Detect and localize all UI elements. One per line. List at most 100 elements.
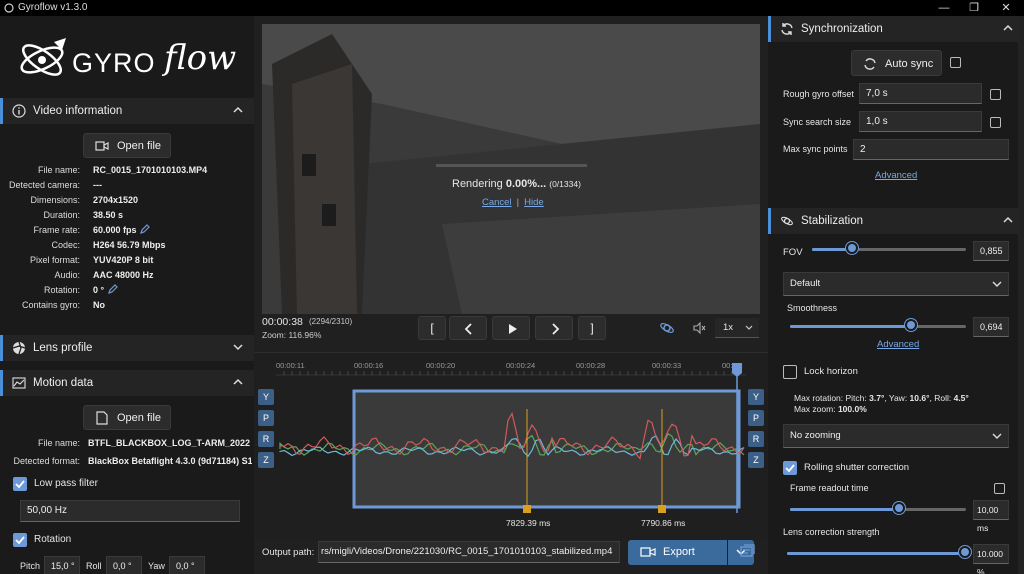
maximize-button[interactable]: ❐ — [958, 0, 990, 16]
axis-buttons-left: YPRZ — [258, 389, 276, 475]
playback-speed-select[interactable]: 1x — [715, 318, 759, 338]
set-out-point-button[interactable]: ] — [578, 316, 606, 340]
axis-toggle-y-button[interactable]: Y — [748, 389, 764, 405]
auto-sync-button[interactable]: Auto sync — [851, 50, 942, 76]
smoothness-slider[interactable] — [790, 319, 966, 333]
axis-toggle-p-button[interactable]: P — [258, 410, 274, 426]
play-button[interactable] — [492, 316, 530, 340]
rough-gyro-offset-input[interactable]: 7,0 s — [859, 83, 982, 104]
lens-profile-header[interactable]: Lens profile — [0, 335, 254, 361]
video-info-value: 0 ° — [93, 285, 105, 295]
frame-readout-slider-knob[interactable] — [893, 502, 905, 514]
lowpass-input[interactable]: 50,00 Hz — [20, 500, 240, 522]
smoothness-input[interactable]: 0,694 — [973, 317, 1009, 337]
previous-frame-button[interactable] — [449, 316, 487, 340]
axis-toggle-r-button[interactable]: R — [748, 431, 764, 447]
chevron-up-icon[interactable] — [1002, 214, 1014, 226]
lens-correction-strength-slider[interactable] — [787, 546, 971, 560]
motion-data-header[interactable]: Motion data — [0, 370, 254, 396]
chevron-up-icon[interactable] — [232, 376, 244, 388]
axis-toggle-z-button[interactable]: Z — [258, 452, 274, 468]
fov-slider[interactable] — [812, 242, 966, 256]
render-actions: Cancel | Hide — [482, 196, 544, 208]
chevron-up-icon[interactable] — [232, 104, 244, 116]
stabilization-header[interactable]: Stabilization — [768, 208, 1024, 234]
aperture-icon — [12, 341, 26, 355]
lowpass-checkbox[interactable] — [13, 477, 27, 491]
check-icon — [785, 464, 795, 473]
sync-point-handle[interactable] — [523, 505, 531, 513]
lens-strength-slider-knob[interactable] — [959, 546, 971, 558]
stabilization-icon — [781, 216, 793, 226]
fov-input[interactable]: 0,855 — [973, 241, 1009, 261]
axis-toggle-z-button[interactable]: Z — [748, 452, 764, 468]
chevron-right-icon — [552, 323, 560, 335]
cancel-render-link[interactable]: Cancel — [482, 197, 512, 208]
sync-search-size-input[interactable]: 1,0 s — [859, 111, 982, 132]
sync-advanced-link[interactable]: Advanced — [875, 170, 917, 181]
logo-icon — [20, 38, 66, 76]
zooming-select[interactable]: No zooming — [783, 424, 1009, 448]
frame-readout-input[interactable]: 10,00 ms — [973, 500, 1009, 533]
play-icon — [509, 324, 517, 334]
rough-gyro-offset-checkbox[interactable] — [990, 89, 1001, 100]
zoom-level: Zoom: 116.96% — [262, 330, 322, 340]
video-open-file-button[interactable]: Open file — [83, 133, 171, 158]
timeline-graph — [276, 363, 746, 513]
sync-point-1-label: 7829.39 ms — [506, 518, 551, 528]
smoothness-slider-knob[interactable] — [905, 319, 917, 331]
timeline[interactable]: 00:00:11 00:00:16 00:00:20 00:00:24 00:00:28… — [254, 352, 768, 540]
rolling-shutter-checkbox[interactable] — [783, 461, 797, 475]
axis-toggle-r-button[interactable]: R — [258, 431, 274, 447]
motion-open-file-label: Open file — [117, 412, 162, 424]
video-info-header[interactable]: Video information — [0, 98, 254, 124]
video-preview[interactable]: Rendering 0.00%... (0/1334) Cancel | Hid… — [262, 24, 760, 314]
check-icon — [15, 536, 25, 545]
smoothing-method-select[interactable]: Default — [783, 272, 1009, 296]
render-queue-icon[interactable] — [740, 544, 756, 560]
right-panel-scrollbar[interactable] — [1018, 16, 1024, 574]
zooming-value: No zooming — [790, 430, 841, 441]
minimize-button[interactable]: — — [928, 0, 960, 16]
next-frame-button[interactable] — [535, 316, 573, 340]
roll-input[interactable]: 0,0 ° — [106, 556, 142, 574]
motion-open-file-button[interactable]: Open file — [83, 405, 171, 430]
file-icon — [96, 411, 108, 425]
lens-correction-strength-input[interactable]: 10.000 % — [973, 544, 1009, 574]
fov-slider-knob[interactable] — [846, 242, 858, 254]
motion-data-title: Motion data — [33, 377, 94, 389]
frame-readout-checkbox[interactable] — [994, 483, 1005, 494]
auto-sync-checkbox[interactable] — [950, 57, 961, 68]
frame-readout-slider[interactable] — [790, 502, 966, 516]
rotation-checkbox[interactable] — [13, 533, 27, 547]
output-path-input[interactable]: rs/migli/Videos/Drone/221030/RC_0015_170… — [318, 541, 620, 563]
lens-correction-strength-label: Lens correction strength — [783, 527, 880, 537]
yaw-label: Yaw — [148, 561, 165, 571]
export-label: Export — [663, 546, 695, 558]
stabilization-advanced-link[interactable]: Advanced — [877, 339, 919, 350]
mute-icon[interactable] — [692, 321, 706, 335]
check-icon — [15, 480, 25, 489]
video-camera-icon — [640, 547, 656, 557]
frame-counter: (2294/2310) — [309, 317, 353, 326]
sync-search-size-checkbox[interactable] — [990, 117, 1001, 128]
yaw-input[interactable]: 0,0 ° — [169, 556, 205, 574]
lock-horizon-checkbox[interactable] — [783, 365, 797, 379]
max-sync-points-input[interactable]: 2 — [853, 139, 1009, 160]
sync-point-handle[interactable] — [658, 505, 666, 513]
synchronization-header[interactable]: Synchronization — [768, 16, 1024, 42]
stabilization-toggle-icon[interactable] — [659, 320, 675, 336]
close-button[interactable]: ✕ — [990, 0, 1022, 16]
render-percent: 0.00%... — [505, 178, 547, 190]
set-in-point-button[interactable]: [ — [418, 316, 446, 340]
pitch-input[interactable]: 15,0 ° — [44, 556, 80, 574]
axis-toggle-p-button[interactable]: P — [748, 410, 764, 426]
hide-render-link[interactable]: Hide — [524, 197, 544, 208]
chevron-up-icon[interactable] — [1002, 22, 1014, 34]
chevron-down-icon[interactable] — [232, 341, 244, 353]
export-button[interactable]: Export — [628, 540, 727, 565]
edit-pencil-icon[interactable] — [108, 284, 118, 294]
chevron-down-icon — [992, 433, 1002, 439]
edit-pencil-icon[interactable] — [140, 224, 150, 234]
axis-toggle-y-button[interactable]: Y — [258, 389, 274, 405]
